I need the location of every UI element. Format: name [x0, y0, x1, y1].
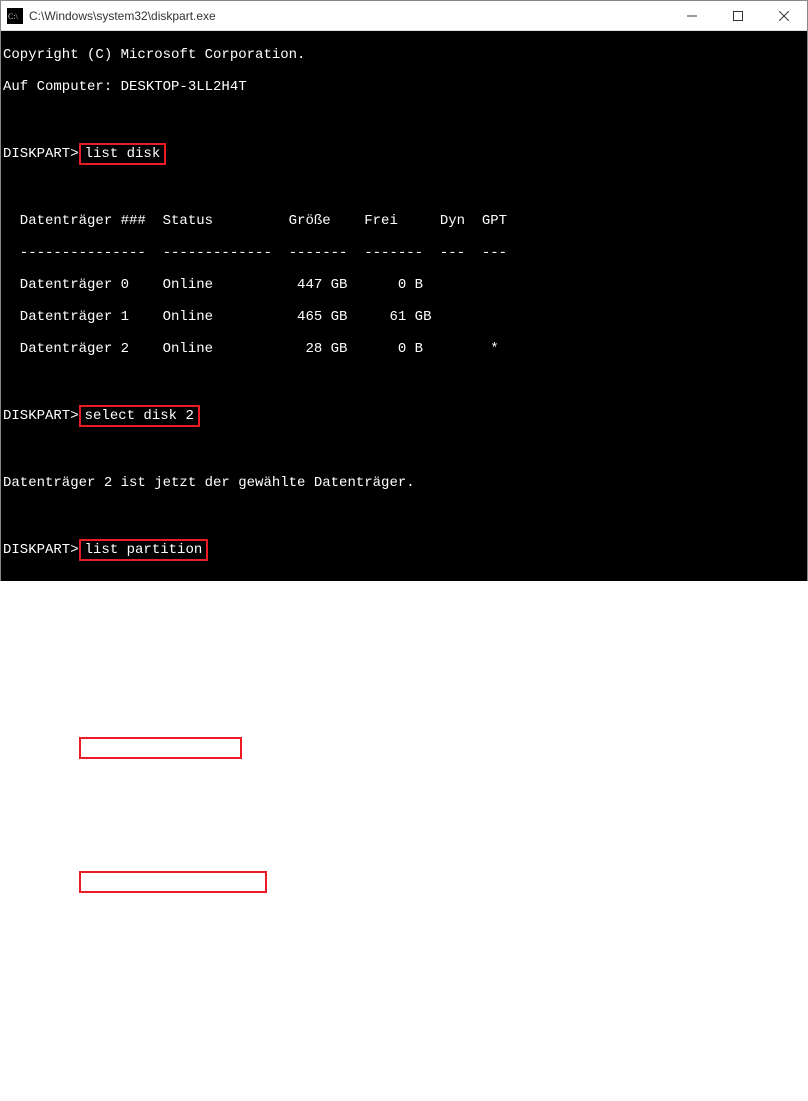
- blank-line: [3, 705, 805, 721]
- window-titlebar: C:\ C:\Windows\system32\diskpart.exe: [1, 1, 807, 31]
- blank-line: [3, 775, 805, 791]
- disk-table-row: Datenträger 2 Online 28 GB 0 B *: [3, 341, 805, 357]
- svg-text:C:\: C:\: [8, 12, 19, 21]
- console-icon: C:\: [7, 8, 23, 24]
- disk-table-row: Datenträger 0 Online 447 GB 0 B: [3, 277, 805, 293]
- msg-progress: 100 Prozent bearbeitet: [3, 941, 805, 957]
- blank-line: [3, 973, 805, 989]
- blank-line: [3, 181, 805, 197]
- maximize-button[interactable]: [715, 1, 761, 31]
- prompt: DISKPART>: [3, 874, 79, 890]
- window-controls: [669, 1, 807, 31]
- blank-line: [3, 443, 805, 459]
- blank-line: [3, 111, 805, 127]
- computer-line: Auf Computer: DESKTOP-3LL2H4T: [3, 79, 805, 95]
- disk-table-separator: --------------- ------------- ------- --…: [3, 245, 805, 261]
- cmd-list-disk: list disk: [79, 143, 167, 165]
- cmd-select-disk: select disk 2: [79, 405, 200, 427]
- cursor-icon: [87, 1080, 95, 1083]
- blank-line: [3, 909, 805, 925]
- blank-line: [3, 577, 805, 593]
- partition-table-header: Partition ### Typ Größe Offset: [3, 609, 805, 625]
- disk-table-row: Datenträger 1 Online 465 GB 61 GB: [3, 309, 805, 325]
- terminal[interactable]: Copyright (C) Microsoft Corporation. Auf…: [1, 31, 807, 581]
- partition-table-separator: ------------- ---------------- ------- -…: [3, 641, 805, 657]
- blank-line: [3, 373, 805, 389]
- prompt: DISKPART>: [3, 740, 79, 756]
- cmd-list-partition: list partition: [79, 539, 209, 561]
- cmd-select-partition: select partition 1: [79, 737, 242, 759]
- cmd-format: format fs=fat32 quick: [79, 871, 267, 893]
- msg-format-done: DiskPart hat das Volume erfolgreich form…: [3, 1005, 805, 1021]
- blank-line: [3, 1037, 805, 1053]
- prompt-list-disk: DISKPART> list disk: [3, 143, 805, 165]
- prompt: DISKPART>: [3, 146, 79, 162]
- prompt-list-partition: DISKPART> list partition: [3, 539, 805, 561]
- partition-table-row: Partition 1 Primär 28 GB 1024 KB: [3, 673, 805, 689]
- blank-line: [3, 839, 805, 855]
- disk-table-header: Datenträger ### Status Größe Frei Dyn GP…: [3, 213, 805, 229]
- msg-disk-selected: Datenträger 2 ist jetzt der gewählte Dat…: [3, 475, 805, 491]
- msg-partition-selected: Partition 1 ist jetzt die gewählte Parti…: [3, 807, 805, 823]
- prompt-current: DISKPART>: [3, 1069, 805, 1085]
- prompt: DISKPART>: [3, 542, 79, 558]
- blank-line: [3, 507, 805, 523]
- minimize-button[interactable]: [669, 1, 715, 31]
- close-button[interactable]: [761, 1, 807, 31]
- prompt: DISKPART>: [3, 408, 79, 424]
- window-title: C:\Windows\system32\diskpart.exe: [29, 9, 669, 23]
- copyright-line: Copyright (C) Microsoft Corporation.: [3, 47, 805, 63]
- prompt-format: DISKPART> format fs=fat32 quick: [3, 871, 805, 893]
- prompt-select-disk: DISKPART> select disk 2: [3, 405, 805, 427]
- prompt: DISKPART>: [3, 1069, 79, 1085]
- prompt-select-partition: DISKPART> select partition 1: [3, 737, 805, 759]
